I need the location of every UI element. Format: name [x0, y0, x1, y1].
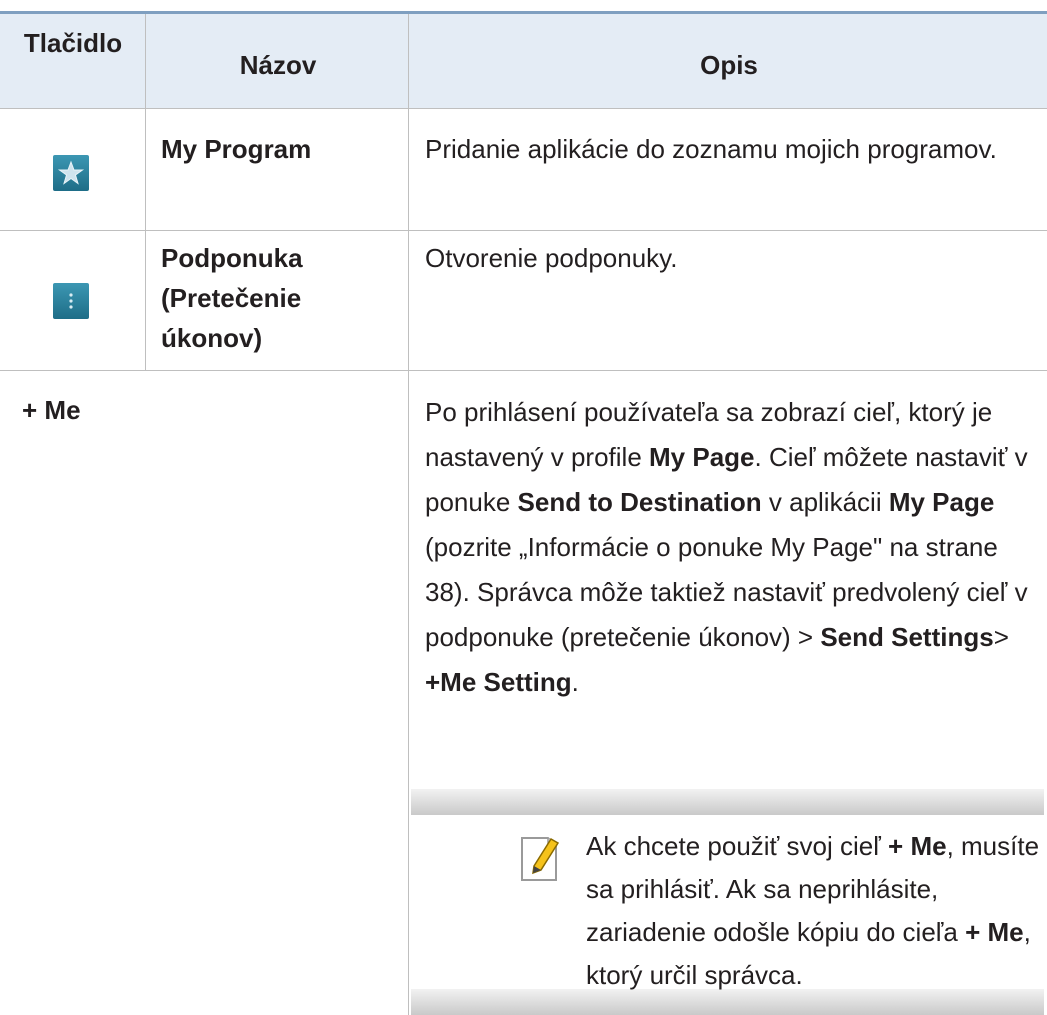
row-name: + Me — [22, 395, 81, 425]
row-description: Otvorenie podponuky. — [425, 243, 678, 273]
row-divider — [0, 108, 1047, 109]
header-description: Opis — [700, 50, 758, 80]
overflow-menu-icon — [53, 283, 89, 319]
header-button: Tlačidlo — [23, 28, 123, 58]
star-icon — [53, 155, 89, 191]
row-description: Po prihlásení používateľa sa zobrazí cie… — [425, 397, 1028, 697]
row-name: Podponuka (Pretečenie úkonov) — [161, 243, 303, 353]
note-text: Ak chcete použiť svoj cieľ + Me, musíte … — [586, 831, 1040, 990]
header-name: Názov — [239, 50, 317, 80]
row-name: My Program — [161, 134, 312, 164]
row-description: Pridanie aplikácie do zoznamu mojich pro… — [425, 134, 997, 164]
row-divider — [0, 230, 1047, 231]
note-top-bar — [411, 789, 1044, 815]
row-divider — [0, 370, 1047, 371]
note-pencil-icon — [520, 834, 562, 884]
column-divider — [408, 14, 409, 1015]
column-divider — [145, 14, 146, 370]
header-top-rule — [0, 11, 1047, 14]
